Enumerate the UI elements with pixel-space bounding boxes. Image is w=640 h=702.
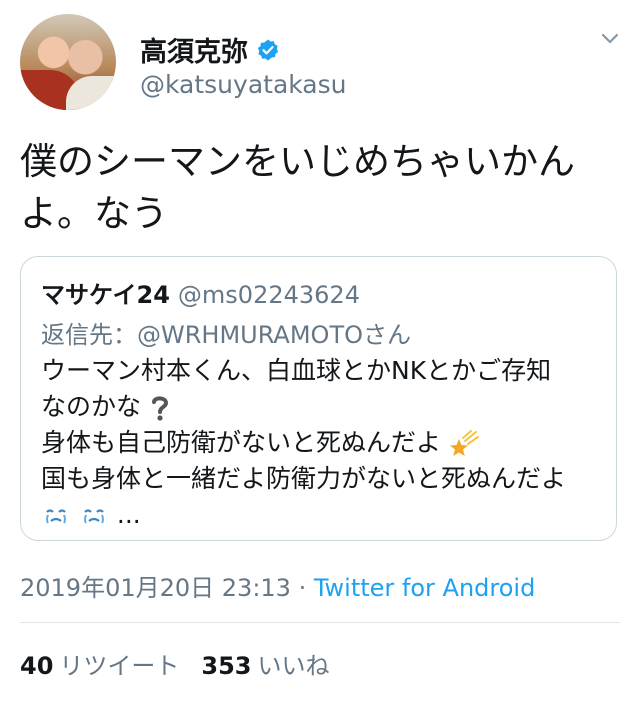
author-name[interactable]: 高須克弥 xyxy=(140,30,248,69)
source-link[interactable]: Twitter for Android xyxy=(314,574,535,602)
quoted-line: 国も身体と一緒だよ防衛力がないと死ぬんだよ xyxy=(41,464,567,493)
quoted-line: なのかな xyxy=(41,392,142,421)
quoted-author-handle: @ms02243624 xyxy=(177,281,360,309)
chevron-down-icon[interactable] xyxy=(600,32,620,46)
like-count: 353 xyxy=(201,652,252,680)
reply-to-handle[interactable]: @WRHMURAMOTO xyxy=(137,321,363,349)
author-name-row[interactable]: 高須克弥 xyxy=(140,30,280,69)
tweet-text-line: よ。なう xyxy=(20,192,168,235)
tweet-meta: 2019年01月20日 23:13 · Twitter for Android xyxy=(20,568,535,603)
quoted-header: マサケイ24 @ms02243624 xyxy=(41,275,360,310)
author-handle[interactable]: @katsuyatakasu xyxy=(140,70,347,99)
reply-suffix: さん xyxy=(363,321,411,349)
crying-face-icon xyxy=(46,509,66,524)
shooting-star-icon xyxy=(449,430,479,456)
question-mark-icon xyxy=(151,396,168,421)
like-stat[interactable]: 353 いいね xyxy=(201,652,351,680)
author-avatar[interactable] xyxy=(20,14,116,110)
tweet-text-line: 僕のシーマンをいじめちゃいかん xyxy=(20,140,575,183)
retweet-label: リツイート xyxy=(59,652,180,680)
quoted-tweet[interactable]: マサケイ24 @ms02243624 返信先：@WRHMURAMOTOさん ウーマ… xyxy=(20,256,617,541)
tweet-text: 僕のシーマンをいじめちゃいかん よ。なう xyxy=(20,136,620,240)
timestamp[interactable]: 2019年01月20日 23:13 xyxy=(20,574,291,602)
retweet-count: 40 xyxy=(20,652,54,680)
meta-separator: · xyxy=(290,574,314,602)
divider xyxy=(20,622,620,623)
quoted-truncation: ... xyxy=(116,500,141,529)
quoted-body: ウーマン村本くん、白血球とかNKとかご存知 なのかな 身体も自己防衛がないと死ぬ… xyxy=(41,353,611,533)
verified-badge-icon xyxy=(257,39,279,60)
quoted-author-name: マサケイ24 xyxy=(41,281,170,309)
retweet-stat[interactable]: 40 リツイート xyxy=(20,652,201,680)
reply-prefix: 返信先： xyxy=(41,321,137,349)
quoted-line: ウーマン村本くん、白血球とかNKとかご存知 xyxy=(41,356,552,385)
quoted-line: 身体も自己防衛がないと死ぬんだよ xyxy=(41,428,442,457)
like-label: いいね xyxy=(257,652,330,680)
tweet-stats: 40 リツイート 353 いいね xyxy=(20,646,352,681)
crying-face-icon xyxy=(83,509,104,524)
quoted-reply-to: 返信先：@WRHMURAMOTOさん xyxy=(41,315,411,350)
